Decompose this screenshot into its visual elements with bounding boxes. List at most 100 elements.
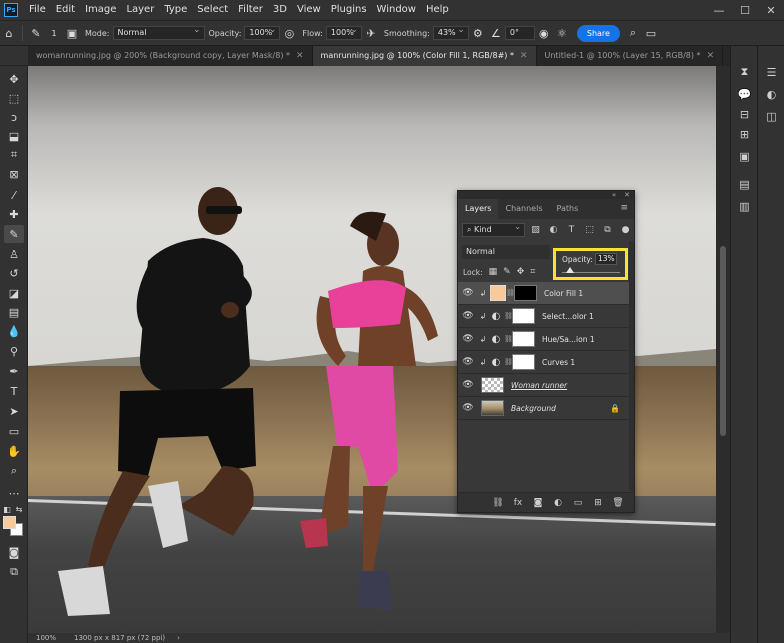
menu-help[interactable]: Help [421,0,454,20]
link-icon[interactable]: ⛓ [504,358,513,366]
menu-edit[interactable]: Edit [51,0,80,20]
notes-icon[interactable]: ▥ [736,198,753,214]
fx-icon[interactable]: fx [508,498,528,508]
maximize-button[interactable]: ☐ [732,0,758,20]
sliders-icon[interactable]: ☰ [763,64,780,80]
menu-select[interactable]: Select [192,0,233,20]
tab-untitled-1[interactable]: Untitled-1 @ 100% (Layer 15, RGB/8) * ✕ [537,46,724,66]
angle-field[interactable]: 0° [504,26,535,40]
quick-mask-icon[interactable]: ◙ [4,543,24,561]
layer-name[interactable]: Woman runner [511,381,567,390]
airbrush-icon[interactable]: ✈ [362,24,380,42]
blend-mode-select[interactable]: Normal [462,245,550,259]
history-brush-icon[interactable]: ↺ [4,264,24,282]
menu-filter[interactable]: Filter [233,0,268,20]
new-adjustment-icon[interactable]: ◐ [548,498,568,508]
close-icon[interactable]: ✕ [624,191,630,199]
eye-icon[interactable]: 👁 [458,380,478,390]
color-icon[interactable]: ◐ [763,86,780,102]
layer-row[interactable]: 👁 Background 🔒 [458,397,634,420]
link-icon[interactable]: ⛓ [504,335,513,343]
path-select-tool-icon[interactable]: ➤ [4,402,24,420]
close-icon[interactable]: ✕ [707,46,715,66]
link-icon[interactable]: ⛓ [504,312,513,320]
layer-row[interactable]: 👁 ↲ ⛓ Color Fill 1 [458,282,634,305]
layer-name[interactable]: Color Fill 1 [544,289,583,298]
kind-filter-select[interactable]: ⌕ Kind [462,221,525,237]
layer-name[interactable]: Hue/Sa...ion 1 [542,335,595,344]
home-icon[interactable]: ⌂ [0,24,18,42]
pixel-filter-icon[interactable]: ▨ [528,225,543,235]
hand-tool-icon[interactable]: ✋ [4,442,24,460]
opacity-field[interactable]: 100% [244,24,281,40]
healing-brush-icon[interactable]: ✚ [4,205,24,223]
search-icon[interactable]: ⌕ [624,24,642,42]
layers-panel-icon[interactable]: ◫ [763,108,780,124]
menu-file[interactable]: File [24,0,51,20]
opacity-value-field[interactable]: 13% [595,253,617,265]
new-group-icon[interactable]: ▭ [568,498,588,508]
object-select-tool-icon[interactable]: ⬓ [4,127,24,145]
menu-view[interactable]: View [292,0,326,20]
layer-mask-thumbnail[interactable] [512,308,535,324]
link-layers-icon[interactable]: ⛓ [488,498,508,508]
link-icon[interactable]: ⛓ [506,289,515,297]
move-tool-icon[interactable]: ✥ [4,70,24,88]
layer-row[interactable]: 👁 ↲ ◐ ⛓ Hue/Sa...ion 1 [458,328,634,351]
gradient-tool-icon[interactable]: ▤ [4,303,24,321]
collapse-icon[interactable]: « [612,191,616,199]
scrollbar-thumb[interactable] [720,246,726,436]
clone-stamp-icon[interactable]: ♙ [4,245,24,263]
properties-icon[interactable]: ▤ [736,176,753,192]
type-tool-icon[interactable]: T [4,382,24,400]
menu-window[interactable]: Window [372,0,421,20]
layer-mask-thumbnail[interactable] [512,331,535,347]
tab-womanrunning[interactable]: womanrunning.jpg @ 200% (Background copy… [28,46,313,66]
info-icon[interactable]: ▣ [736,148,753,164]
layer-row[interactable]: 👁 ↲ ◐ ⛓ Select...olor 1 [458,305,634,328]
smoothing-gear-icon[interactable]: ⚙ [469,24,487,42]
mode-select[interactable]: Normal [112,24,205,40]
eye-icon[interactable]: 👁 [458,357,478,367]
eraser-tool-icon[interactable]: ◪ [4,284,24,302]
adjustments-icon[interactable]: ⊟ [736,106,753,122]
tab-channels[interactable]: Channels [498,199,549,219]
menu-3d[interactable]: 3D [268,0,292,20]
blur-tool-icon[interactable]: 💧 [4,322,24,340]
brush-size-picker[interactable]: 1 [45,24,63,42]
zoom-tool-icon[interactable]: ⌕ [4,462,24,480]
share-button[interactable]: Share [576,24,620,42]
layer-row[interactable]: 👁 Woman runner [458,374,634,397]
smoothing-field[interactable]: 43% [432,24,469,40]
pen-tool-icon[interactable]: ✒ [4,362,24,380]
close-icon[interactable]: ✕ [296,46,304,66]
lock-artboard-icon[interactable]: ⌗ [530,267,535,277]
lock-pixels-icon[interactable]: ✎ [503,267,511,277]
marquee-tool-icon[interactable]: ⬚ [4,89,24,107]
frame-tool-icon[interactable]: ⊠ [4,165,24,183]
adjustment-filter-icon[interactable]: ◐ [546,225,561,235]
menu-type[interactable]: Type [159,0,192,20]
minimize-button[interactable]: — [706,0,732,20]
tab-paths[interactable]: Paths [550,199,586,219]
eye-icon[interactable]: 👁 [458,288,478,298]
layers-scrollbar[interactable] [629,241,634,491]
menu-layer[interactable]: Layer [121,0,159,20]
opacity-slider-thumb[interactable] [565,267,574,273]
close-icon[interactable]: ✕ [520,46,528,66]
eye-icon[interactable]: 👁 [458,334,478,344]
shape-filter-icon[interactable]: ⬚ [582,225,597,235]
dodge-tool-icon[interactable]: ⚲ [4,342,24,360]
tab-layers[interactable]: Layers [458,199,499,219]
eyedropper-tool-icon[interactable]: ⁄ [4,186,24,204]
add-mask-icon[interactable]: ◙ [528,498,548,508]
rectangle-tool-icon[interactable]: ▭ [4,422,24,440]
workspace-icon[interactable]: ▭ [642,24,660,42]
menu-plugins[interactable]: Plugins [326,0,372,20]
lasso-tool-icon[interactable]: ↄ [4,108,24,126]
zoom-level[interactable]: 100% [36,634,56,642]
symmetry-icon[interactable]: ⚛ [553,24,571,42]
layer-row[interactable]: 👁 ↲ ◐ ⛓ Curves 1 [458,351,634,374]
delete-layer-icon[interactable]: 🗑 [608,498,628,508]
flow-field[interactable]: 100% [325,24,362,40]
